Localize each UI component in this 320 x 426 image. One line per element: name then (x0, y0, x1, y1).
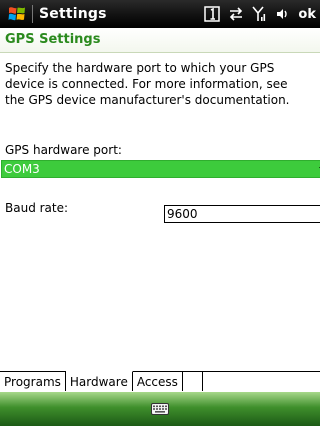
baud-rate-dropdown[interactable]: 9600 (164, 205, 320, 223)
tab-programs-label: Programs (4, 374, 61, 389)
tab-access-label: Access (136, 374, 178, 389)
app-title: Settings (39, 6, 107, 22)
number-badge-icon[interactable] (204, 6, 221, 22)
softkey-bar (0, 392, 320, 426)
volume-icon[interactable] (274, 7, 290, 21)
tab-hardware-label: Hardware (69, 374, 128, 389)
gps-port-dropdown[interactable]: COM3 (1, 160, 320, 178)
tab-access[interactable]: Access (132, 372, 183, 391)
page-title: GPS Settings (5, 32, 101, 47)
signal-icon[interactable] (252, 6, 266, 22)
connectivity-icon[interactable] (228, 7, 244, 21)
tab-strip-filler (203, 372, 320, 392)
gps-port-value: COM3 (4, 162, 40, 176)
status-tray: ok (204, 6, 320, 22)
tab-strip: Programs Hardware Access (0, 371, 320, 392)
baud-rate-label: Baud rate: (5, 201, 69, 215)
tab-hardware[interactable]: Hardware (65, 371, 133, 391)
description-text: Specify the hardware port to which your … (5, 61, 290, 107)
title-separator (32, 5, 33, 23)
baud-rate-value: 9600 (167, 207, 198, 221)
gps-port-label: GPS hardware port: (5, 143, 122, 157)
keyboard-icon (151, 403, 169, 415)
start-button[interactable] (4, 0, 30, 28)
tab-programs[interactable]: Programs (0, 372, 66, 391)
tab-empty (182, 372, 203, 391)
title-bar: Settings ok (0, 0, 320, 28)
keyboard-button[interactable] (150, 402, 170, 416)
ok-button[interactable]: ok (298, 7, 316, 22)
windows-start-icon (8, 7, 25, 21)
chevron-down-icon[interactable] (316, 161, 320, 177)
page-header: GPS Settings (0, 28, 320, 53)
